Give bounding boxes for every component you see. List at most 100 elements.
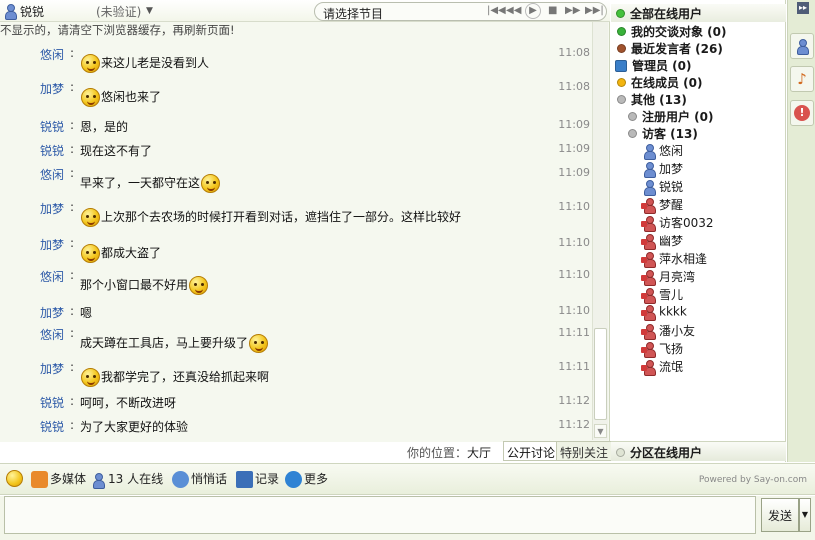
user-icon xyxy=(641,287,656,304)
message-colon: : xyxy=(70,304,75,318)
message-sender[interactable]: 悠闲 xyxy=(40,268,64,285)
current-username[interactable]: 锐锐 xyxy=(20,3,44,20)
tab-special-attention[interactable]: 特别关注 xyxy=(556,441,613,461)
camera-icon xyxy=(641,328,647,335)
skip-forward-icon[interactable]: ▶▶| xyxy=(585,5,604,16)
other-users[interactable]: 其他 (13) xyxy=(617,91,687,109)
user-list-item[interactable]: 飞扬 xyxy=(641,340,683,358)
arrow-up-icon xyxy=(285,471,302,488)
message-sender[interactable]: 加梦 xyxy=(40,360,64,377)
alert-tool-button[interactable]: ! xyxy=(790,100,814,126)
verification-status[interactable]: (未验证) xyxy=(96,3,141,20)
message-time: 11:09 xyxy=(558,142,590,155)
all-online-users-header[interactable]: 全部在线用户 xyxy=(611,4,786,22)
message-body: 恩，是的 xyxy=(80,118,128,135)
user-list-item[interactable]: 萍水相逢 xyxy=(641,250,707,268)
scroll-thumb[interactable] xyxy=(594,328,607,420)
user-list-item[interactable]: 加梦 xyxy=(643,160,683,178)
message-colon: : xyxy=(70,418,75,432)
emoji-button[interactable] xyxy=(6,470,25,487)
top-bar: 锐锐 (未验证) ▼ 请选择节目 |◀◀ ◀◀ ▶ ■ ▶▶ ▶▶| xyxy=(0,0,610,22)
user-list-item[interactable]: 悠闲 xyxy=(643,142,683,160)
message-body: 早来了，一天都守在这 xyxy=(80,174,221,193)
bottom-toolbar: 多媒体 13 人在线 悄悄话 记录 更多 Powered by Say-on.c… xyxy=(0,463,815,495)
message-body: 成天蹲在工具店，马上要升级了 xyxy=(80,334,269,353)
fast-forward-icon[interactable]: ▶▶ xyxy=(565,5,580,16)
administrators[interactable]: 管理员 (0) xyxy=(615,57,692,75)
message-sender[interactable]: 悠闲 xyxy=(40,166,64,183)
music-tool-button[interactable]: ♪ xyxy=(790,66,814,92)
scroll-down-arrow-icon[interactable]: ▼ xyxy=(594,424,607,438)
message-sender[interactable]: 加梦 xyxy=(40,80,64,97)
user-list-item[interactable]: 梦醒 xyxy=(641,196,683,214)
user-name: 月亮湾 xyxy=(659,270,696,284)
group-dot-icon xyxy=(628,112,637,121)
tab-public-discussion[interactable]: 公开讨论 xyxy=(503,441,560,461)
message-time: 11:09 xyxy=(558,118,590,131)
system-notice: 不显示的，请清空下浏览器缓存，再刷新页面! xyxy=(0,23,235,37)
online-count-button[interactable]: 13 人在线 xyxy=(92,470,163,489)
message-body: 呵呵，不断改进呀 xyxy=(80,394,176,411)
more-button[interactable]: 更多 xyxy=(285,470,328,488)
user-name: 流氓 xyxy=(659,360,684,374)
user-list-item[interactable]: 幽梦 xyxy=(641,232,684,250)
message-sender[interactable]: 锐锐 xyxy=(40,418,64,435)
message-text: 悠闲也来了 xyxy=(101,90,162,104)
rewind-icon[interactable]: ◀◀ xyxy=(506,5,521,16)
message-sender[interactable]: 加梦 xyxy=(40,200,64,217)
message-sender[interactable]: 加梦 xyxy=(40,236,64,253)
message-sender[interactable]: 悠闲 xyxy=(40,46,64,63)
emoticon-icon xyxy=(249,334,269,353)
user-list-item[interactable]: 锐锐 xyxy=(643,178,683,196)
group-dot-icon xyxy=(617,44,626,53)
send-options-chevron-icon[interactable]: ▼ xyxy=(799,498,811,532)
chevron-down-icon[interactable]: ▼ xyxy=(146,6,153,16)
zone-online-users-header[interactable]: 分区在线用户 xyxy=(611,441,786,461)
emoticon-icon xyxy=(81,88,100,107)
user-list-item[interactable]: 访客0032 xyxy=(641,214,714,232)
message-body: 现在这不有了 xyxy=(80,142,152,159)
message-colon: : xyxy=(70,118,75,132)
side-tool-strip: ▸▸ ♪ ! xyxy=(787,0,815,462)
collapse-icon[interactable]: ▸▸ xyxy=(797,2,809,14)
chat-scrollbar[interactable]: ▼ xyxy=(592,22,608,440)
message-input[interactable] xyxy=(4,496,756,534)
message-sender[interactable]: 锐锐 xyxy=(40,142,64,159)
users-icon xyxy=(92,472,105,489)
user-list-item[interactable]: 月亮湾 xyxy=(641,268,696,286)
message-sender[interactable]: 锐锐 xyxy=(40,118,64,135)
record-button[interactable]: 记录 xyxy=(236,470,279,488)
user-name: 雪儿 xyxy=(659,288,684,302)
message-colon: : xyxy=(70,326,75,340)
message-sender[interactable]: 锐锐 xyxy=(40,394,64,411)
multimedia-button[interactable]: 多媒体 xyxy=(31,470,86,488)
my-chat-partners[interactable]: 我的交谈对象 (0) xyxy=(617,23,727,41)
send-button[interactable]: 发送 xyxy=(761,498,799,532)
user-icon xyxy=(641,215,656,232)
recent-speakers[interactable]: 最近发言者 (26) xyxy=(617,40,723,58)
user-list-item[interactable]: kkkk xyxy=(641,304,687,322)
user-list-item[interactable]: 潘小友 xyxy=(641,322,695,340)
whisper-button[interactable]: 悄悄话 xyxy=(172,470,227,488)
user-name: 幽梦 xyxy=(659,234,684,248)
visitors[interactable]: 访客 (13) xyxy=(628,125,698,143)
powered-by-link[interactable]: Powered by Say-on.com xyxy=(699,475,807,485)
user-name: 访客0032 xyxy=(659,216,714,230)
program-select-input[interactable]: 请选择节目 xyxy=(323,5,383,22)
users-tool-button[interactable] xyxy=(790,33,814,59)
input-area: 发送 ▼ xyxy=(0,496,815,540)
play-icon[interactable]: ▶ xyxy=(525,3,541,19)
user-list-item[interactable]: 雪儿 xyxy=(641,286,684,304)
skip-back-icon[interactable]: |◀◀ xyxy=(487,5,506,16)
camera-icon xyxy=(641,309,647,316)
program-selector[interactable]: 请选择节目 |◀◀ ◀◀ ▶ ■ ▶▶ ▶▶| xyxy=(314,2,607,21)
user-list-item[interactable]: 流氓 xyxy=(641,358,684,376)
online-members[interactable]: 在线成员 (0) xyxy=(617,74,703,92)
message-sender[interactable]: 悠闲 xyxy=(40,326,64,343)
registered-users[interactable]: 注册用户 (0) xyxy=(628,108,714,126)
message-body: 悠闲也来了 xyxy=(80,88,161,107)
message-sender[interactable]: 加梦 xyxy=(40,304,64,321)
stop-icon[interactable]: ■ xyxy=(548,5,557,16)
message-time: 11:10 xyxy=(558,304,590,317)
message-text: 上次那个去农场的时候打开看到对话，遮挡住了一部分。这样比较好 xyxy=(101,210,462,224)
